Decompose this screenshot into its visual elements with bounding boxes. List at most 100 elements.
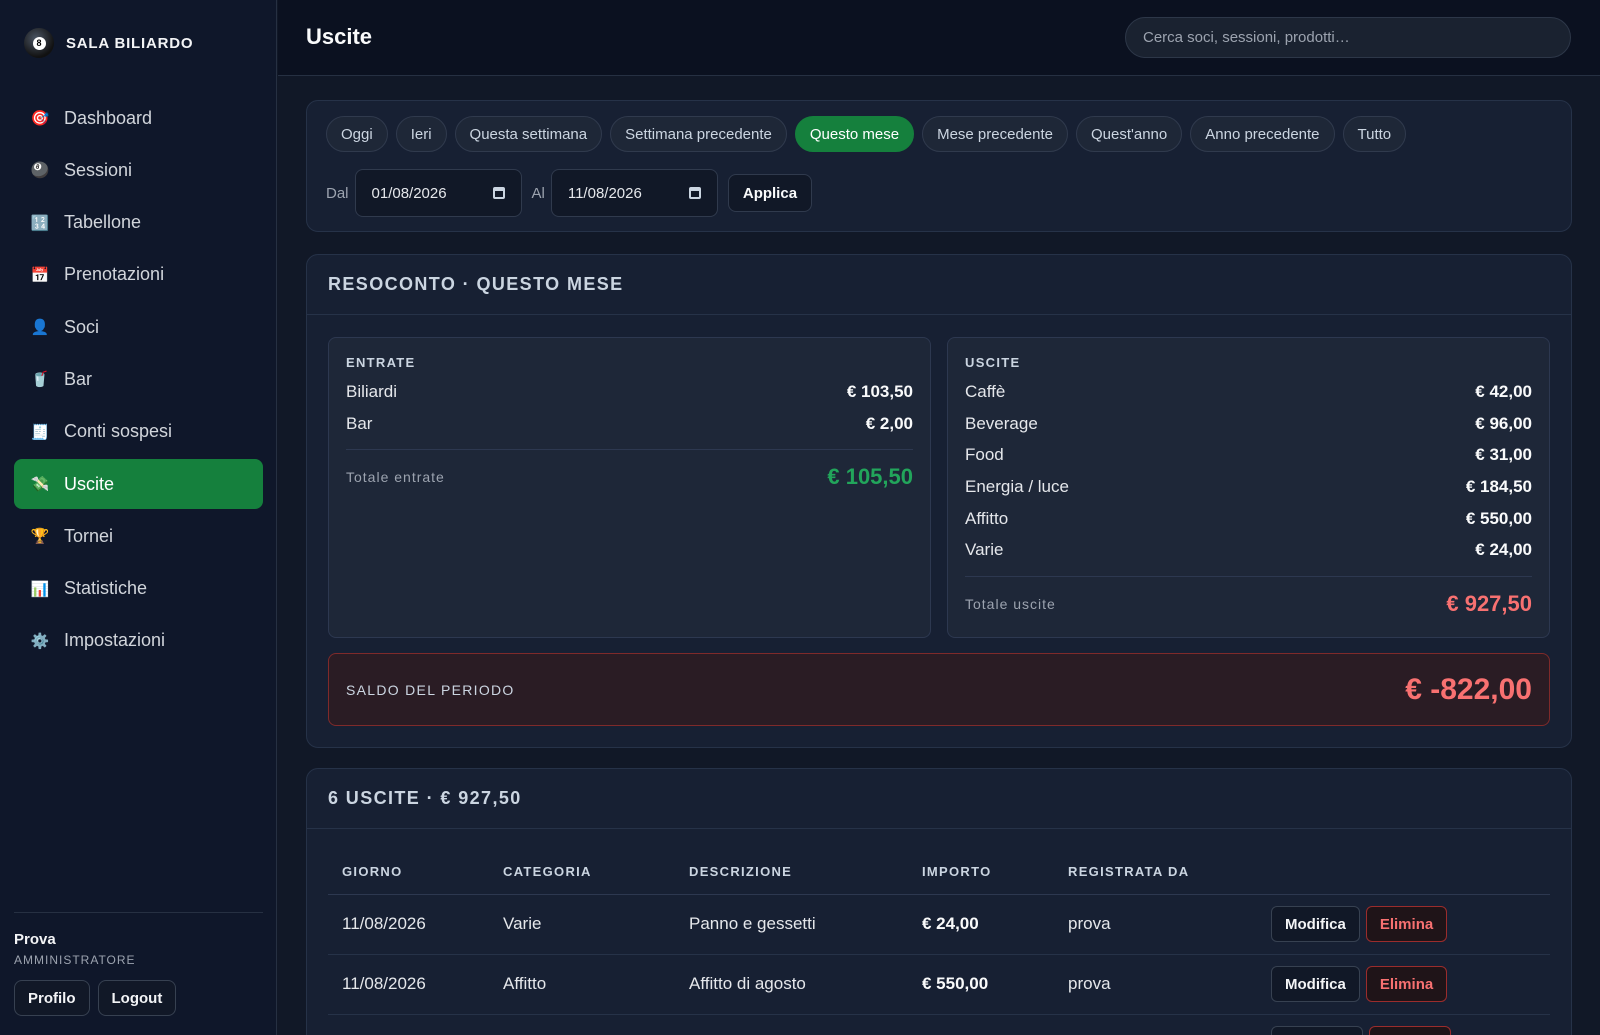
cell-amount: € 550,00 — [908, 954, 1054, 1015]
cell-registered-by: prova — [1054, 894, 1257, 955]
bar-chart-icon: 📊 — [30, 580, 50, 598]
chip-questo-mese[interactable]: Questo mese — [794, 116, 915, 152]
trophy-icon: 🏆 — [30, 528, 50, 546]
outcome-row: Caffè € 42,00 — [965, 376, 1532, 408]
income-row: Bar € 2,00 — [346, 408, 913, 440]
calendar-icon[interactable] — [688, 187, 701, 199]
brand[interactable]: 8 SALA BILIARDO — [24, 28, 193, 58]
column-header: IMPORTO — [908, 849, 1054, 895]
to-date-input[interactable]: 11/08/2026 — [550, 169, 718, 217]
sidebar-item-tabellone[interactable]: 🔢 Tabellone — [14, 198, 263, 248]
outcome-label: Food — [965, 445, 1004, 465]
chip-settimana-precedente[interactable]: Settimana precedente — [610, 116, 787, 152]
column-header: DESCRIZIONE — [675, 849, 908, 895]
cell-day: 11/08/2026 — [328, 894, 489, 955]
receipt-icon: 🧾 — [30, 423, 50, 441]
logout-button[interactable]: Logout — [97, 980, 177, 1016]
outcome-value: € 31,00 — [1475, 445, 1532, 465]
sidebar-item-tornei[interactable]: 🏆 Tornei — [14, 511, 263, 561]
income-total: Totale entrate € 105,50 — [346, 449, 913, 503]
summary-title: RESOCONTO · QUESTO MESE — [307, 255, 1571, 315]
chip-oggi[interactable]: Oggi — [326, 116, 388, 152]
balance-label: SALDO DEL PERIODO — [346, 681, 515, 698]
outcome-total: Totale uscite € 927,50 — [965, 576, 1532, 630]
table-row-partial — [328, 1014, 1550, 1035]
sidebar-item-sessioni[interactable]: 🎱 Sessioni — [14, 145, 263, 195]
column-header: CATEGORIA — [489, 849, 675, 895]
cell-description: Panno e gessetti — [675, 894, 908, 955]
chip-mese-precedente[interactable]: Mese precedente — [922, 116, 1068, 152]
delete-button[interactable]: Elimina — [1365, 966, 1448, 1002]
to-date-value: 11/08/2026 — [567, 184, 642, 202]
sidebar-item-dashboard[interactable]: 🎯 Dashboard — [14, 93, 263, 143]
calendar-icon[interactable] — [492, 187, 505, 199]
target-icon: 🎯 — [30, 110, 50, 127]
sidebar-item-prenotazioni[interactable]: 📅 Prenotazioni — [14, 250, 263, 300]
sidebar-item-conti-sospesi[interactable]: 🧾 Conti sospesi — [14, 407, 263, 457]
edit-button[interactable]: Modifica — [1271, 906, 1360, 942]
cell-category: Varie — [489, 894, 675, 955]
income-label: Biliardi — [346, 381, 398, 401]
chip-anno-precedente[interactable]: Anno precedente — [1190, 116, 1335, 152]
sidebar-item-label: Conti sospesi — [64, 421, 173, 442]
sidebar-item-uscite[interactable]: 💸 Uscite — [14, 459, 263, 510]
table-row: 11/08/2026 Varie Panno e gessetti € 24,0… — [328, 894, 1550, 955]
outcome-row: Beverage € 96,00 — [965, 408, 1532, 440]
user-name: Prova — [14, 931, 56, 948]
outcome-label: Energia / luce — [965, 476, 1069, 496]
from-date-input[interactable]: 01/08/2026 — [354, 169, 522, 217]
calendar-icon: 📅 — [30, 266, 50, 284]
cell-actions: Modifica Elimina — [1257, 894, 1550, 955]
cell-category: Affitto — [489, 954, 675, 1015]
sidebar-item-label: Statistiche — [64, 578, 148, 599]
sidebar-item-bar[interactable]: 🥤 Bar — [14, 354, 263, 404]
money-wings-icon: 💸 — [30, 476, 50, 494]
sidebar: 8 SALA BILIARDO 🎯 Dashboard 🎱 Sessioni 🔢… — [0, 0, 277, 1035]
sidebar-item-impostazioni[interactable]: ⚙️ Impostazioni — [14, 616, 263, 666]
delete-button[interactable] — [1369, 1026, 1451, 1035]
edit-button[interactable] — [1271, 1026, 1363, 1035]
top-header: Uscite Cerca soci, sessioni, prodotti… — [278, 0, 1600, 76]
eight-ball-icon: 8 — [24, 28, 54, 58]
chip-tutto[interactable]: Tutto — [1342, 116, 1407, 152]
outcome-value: € 24,00 — [1475, 540, 1532, 560]
user-icon: 👤 — [30, 319, 50, 337]
period-chips: Oggi Ieri Questa settimana Settimana pre… — [326, 116, 1407, 152]
brand-name: SALA BILIARDO — [66, 34, 194, 52]
cell-empty — [328, 1014, 489, 1035]
chip-quest-anno[interactable]: Quest'anno — [1075, 116, 1183, 152]
sidebar-item-label: Tabellone — [64, 212, 142, 233]
expenses-title: 6 USCITE · € 927,50 — [307, 769, 1571, 829]
delete-button[interactable]: Elimina — [1365, 906, 1448, 942]
outcome-row: Affitto € 550,00 — [965, 503, 1532, 535]
sidebar-item-label: Soci — [64, 316, 100, 337]
search-input[interactable]: Cerca soci, sessioni, prodotti… — [1125, 17, 1571, 58]
sidebar-item-soci[interactable]: 👤 Soci — [14, 302, 263, 352]
summary-card: RESOCONTO · QUESTO MESE ENTRATE Biliardi… — [306, 254, 1572, 748]
table-row: 11/08/2026 Affitto Affitto di agosto € 5… — [328, 954, 1550, 1015]
outcome-panel: USCITE Caffè € 42,00 Beverage € 96,00 Fo… — [947, 337, 1550, 638]
income-title: ENTRATE — [346, 355, 416, 370]
income-row: Biliardi € 103,50 — [346, 376, 913, 408]
sidebar-item-label: Tornei — [64, 525, 114, 546]
cell-registered-by: prova — [1054, 954, 1257, 1015]
outcome-row: Food € 31,00 — [965, 439, 1532, 471]
outcome-row: Varie € 24,00 — [965, 534, 1532, 566]
cell-empty — [1054, 1014, 1257, 1035]
sidebar-item-label: Impostazioni — [64, 630, 166, 651]
income-total-label: Totale entrate — [346, 468, 445, 485]
period-balance: SALDO DEL PERIODO € -822,00 — [328, 653, 1550, 726]
cell-empty — [675, 1014, 908, 1035]
income-panel: ENTRATE Biliardi € 103,50 Bar € 2,00 Tot… — [328, 337, 931, 638]
profile-button[interactable]: Profilo — [14, 980, 90, 1016]
cell-description: Affitto di agosto — [675, 954, 908, 1015]
chip-questa-settimana[interactable]: Questa settimana — [454, 116, 603, 152]
apply-button[interactable]: Applica — [727, 174, 813, 212]
chip-ieri[interactable]: Ieri — [395, 116, 447, 152]
sidebar-item-statistiche[interactable]: 📊 Statistiche — [14, 564, 263, 614]
outcome-label: Beverage — [965, 413, 1038, 433]
user-role: AMMINISTRATORE — [14, 953, 136, 967]
date-range: Dal 01/08/2026 Al 11/08/2026 Applica — [326, 169, 813, 217]
sidebar-item-label: Uscite — [64, 473, 115, 494]
edit-button[interactable]: Modifica — [1271, 966, 1360, 1002]
